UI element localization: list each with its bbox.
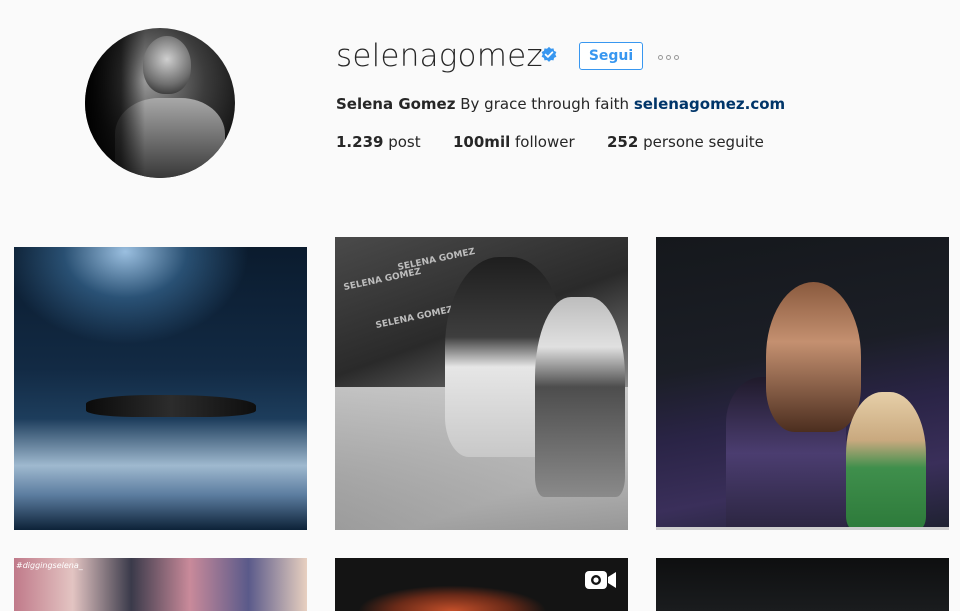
thumbnail-wall-text: SELENA GOMEZ [342,266,422,294]
profile-bio: Selena Gomez By grace through faith sele… [336,94,785,114]
posts-count: 1.239 [336,133,384,151]
post-thumbnail[interactable] [656,237,949,530]
follow-button[interactable]: Segui [579,42,643,70]
ellipsis-dot [658,54,663,60]
post-thumbnail[interactable]: #diggingselena_ [14,558,307,611]
followers-stat[interactable]: 100mil follower [453,132,575,152]
avatar-face-shape [143,36,191,94]
post-thumbnail[interactable] [14,237,307,530]
thumbnail-child-shape [846,392,926,530]
profile-username: selenagomez [336,38,543,74]
following-stat[interactable]: 252 persone seguite [607,132,764,152]
video-camera-icon [585,571,616,589]
thumbnail-figure-shape [86,395,256,417]
thumbnail-caption: #diggingselena_ [16,561,83,570]
ellipsis-dot [674,54,679,60]
profile-full-name: Selena Gomez [336,95,456,113]
following-label: persone seguite [643,133,764,151]
thumbnail-wall-text: SELENA GOMEZ [396,246,476,274]
posts-stat: 1.239 post [336,132,421,152]
thumbnail-child-shape [535,297,625,497]
profile-page: selenagomez Segui Selena Gomez By grace … [0,0,960,611]
verified-badge-icon [541,46,557,62]
thumbnail-bottom-border [656,527,949,530]
posts-label: post [388,133,421,151]
followers-count: 100mil [453,133,511,151]
thumbnail-wall-text: SELENA GOMEZ [374,304,454,332]
thumbnail-top-border [14,237,307,247]
post-thumbnail-video[interactable] [335,558,628,611]
thumbnail-hair-shape [766,282,861,432]
post-thumbnail[interactable] [656,558,949,611]
profile-bio-text: By grace through faith [460,95,630,113]
profile-website-link[interactable]: selenagomez.com [634,95,785,113]
following-count: 252 [607,133,639,151]
avatar-shadow-shape [85,28,145,178]
followers-label: follower [515,133,575,151]
profile-avatar[interactable] [85,28,235,178]
post-thumbnail[interactable]: SELENA GOMEZ SELENA GOMEZ SELENA GOMEZ [335,237,628,530]
ellipsis-dot [666,54,671,60]
more-options-button[interactable] [658,50,686,64]
